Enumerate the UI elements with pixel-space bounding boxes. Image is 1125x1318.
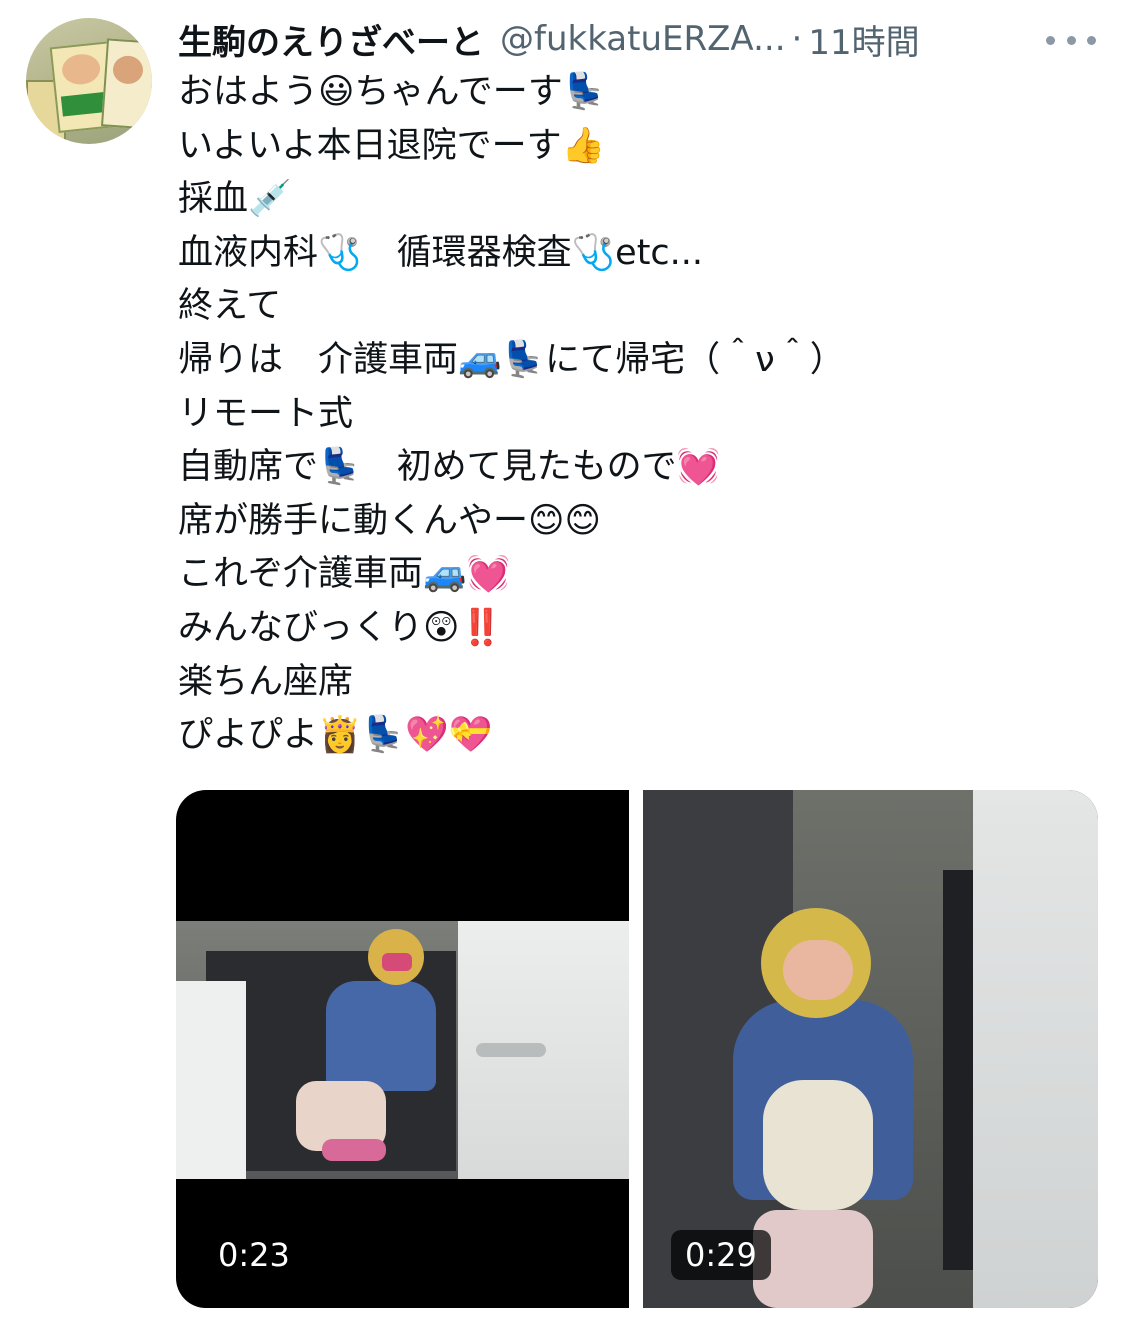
tweet-text-line: おはよう😃ちゃんでーす💺 bbox=[178, 72, 607, 112]
tweet-text-line: これぞ介護車両🚙💓 bbox=[178, 554, 511, 595]
person bbox=[326, 981, 436, 1091]
video-duration-badge: 0:29 bbox=[671, 1230, 771, 1280]
avatar-book-image bbox=[100, 38, 152, 130]
tweet-text-line: 終えて bbox=[178, 286, 282, 327]
more-horizontal-icon[interactable] bbox=[1046, 28, 1096, 52]
tweet-text-line: 席が勝手に動くんやー😊😊 bbox=[178, 500, 601, 541]
video-thumbnail-2[interactable]: 0:29 bbox=[643, 790, 1098, 1308]
tweet-text-line: 採血💉 bbox=[178, 179, 292, 220]
more-dot bbox=[1066, 35, 1076, 45]
car-door-handle bbox=[476, 1043, 546, 1057]
more-dot bbox=[1087, 35, 1096, 45]
tweet-text-line: リモート式 bbox=[178, 393, 354, 434]
tweet-header: 生駒のえりざべーと @fukkatuERZA... · 11時間 bbox=[178, 14, 920, 64]
person-bag bbox=[763, 1080, 873, 1210]
tweet-text-line: みんなびっくり😲‼️ bbox=[178, 607, 504, 648]
person-mask bbox=[382, 953, 412, 971]
tweet-text-line: いよいよ本日退院でーす👍 bbox=[178, 125, 606, 166]
tweet-text-line: 血液内科🩺 循環器検査🩺etc... bbox=[178, 232, 704, 273]
tweet-text-line: ぴよぴよ👸💺💖💝 bbox=[178, 715, 493, 756]
car-door bbox=[176, 981, 246, 1179]
video-thumbnail-1[interactable]: 0:23 bbox=[176, 790, 629, 1308]
tweet-text-line: 帰りは 介護車両🚙💺にて帰宅（＾ν＾） bbox=[178, 339, 845, 380]
video-duration-badge: 0:23 bbox=[204, 1230, 304, 1280]
avatar[interactable] bbox=[26, 18, 152, 144]
media-grid: 0:23 0:29 bbox=[176, 790, 1098, 1308]
tweet-text-line: 自動席で💺 初めて見たもので💓 bbox=[178, 447, 721, 488]
tweet-text-line: 楽ちん座席 bbox=[178, 661, 354, 702]
person-face bbox=[783, 940, 853, 1000]
author-handle[interactable]: @fukkatuERZA... bbox=[500, 19, 786, 59]
author-display-name[interactable]: 生駒のえりざべーと bbox=[178, 15, 484, 64]
more-dot bbox=[1046, 35, 1055, 45]
video-frame bbox=[176, 921, 629, 1179]
tweet-timestamp[interactable]: 11時間 bbox=[808, 15, 919, 64]
tweet-text: おはよう😃ちゃんでーす💺 いよいよ本日退院でーす👍 採血💉 血液内科🩺 循環器検… bbox=[178, 66, 1098, 763]
header-separator: · bbox=[791, 19, 803, 59]
person-legs bbox=[753, 1210, 873, 1308]
person-shoes bbox=[322, 1139, 386, 1161]
car-sliding-door bbox=[973, 790, 1098, 1308]
